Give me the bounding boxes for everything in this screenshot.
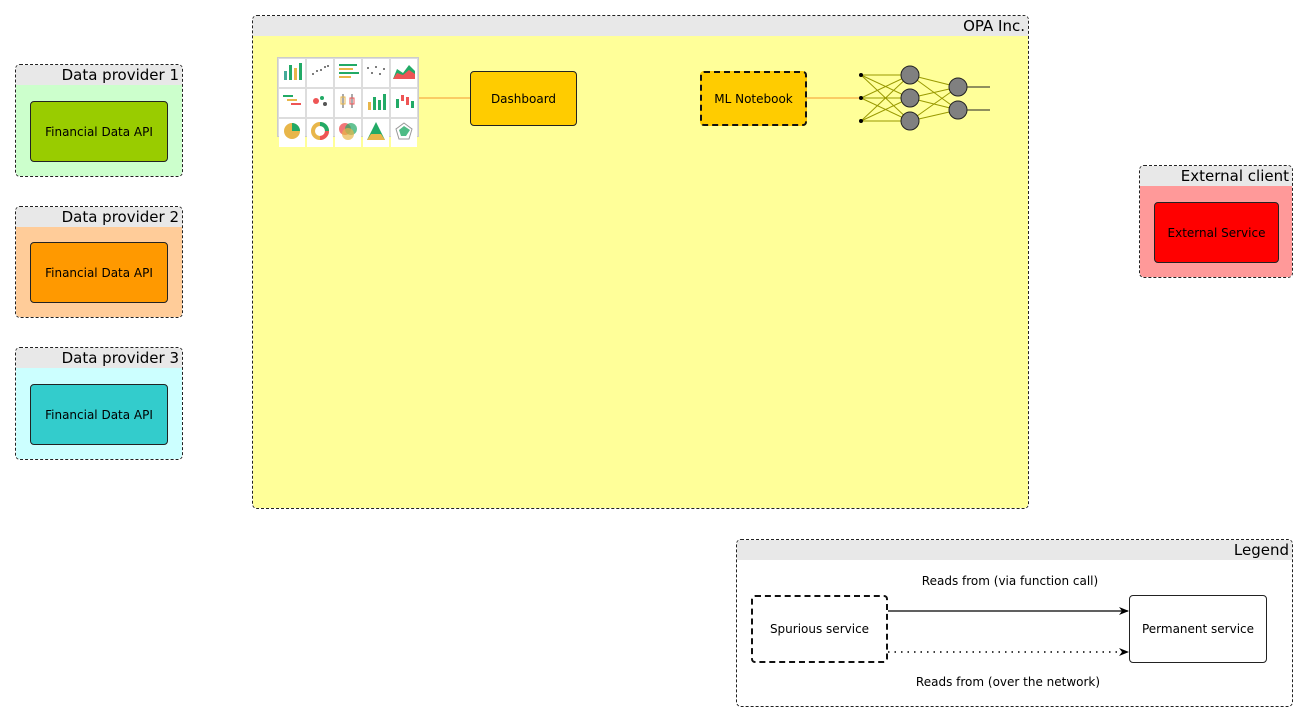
legend-arrows xyxy=(888,607,1129,656)
